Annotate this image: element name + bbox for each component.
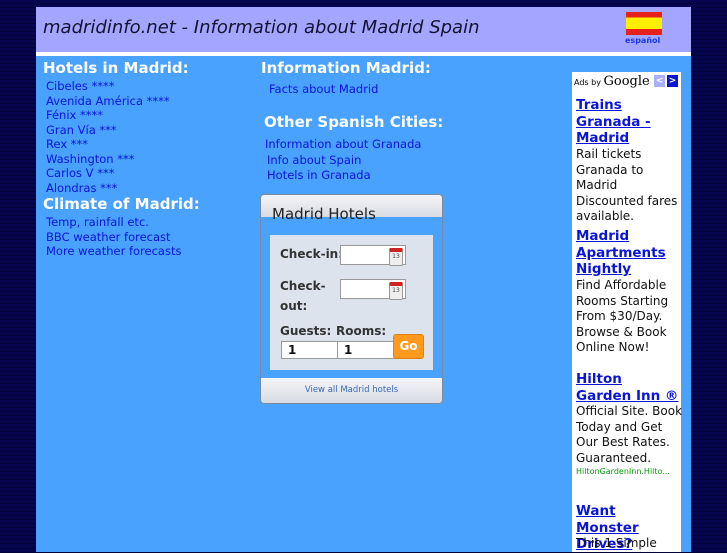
checkin-label: Check-in:: [280, 247, 344, 261]
ad-url[interactable]: HiltonGardenInn.Hilto...: [576, 467, 680, 476]
guests-label: Guests:: [280, 324, 332, 338]
ad-text: Rail tickets Granada to Madrid Discounte…: [576, 147, 678, 223]
information-heading: Information Madrid:: [261, 59, 431, 77]
ads-next-icon[interactable]: >: [667, 75, 678, 87]
ad-title[interactable]: Trains Granada - Madrid: [576, 97, 680, 147]
hotel-link[interactable]: Rex ***: [46, 137, 88, 151]
climate-link[interactable]: BBC weather forecast: [46, 230, 171, 244]
checkout-label-line1: Check-: [280, 279, 326, 293]
information-link[interactable]: Facts about Madrid: [269, 82, 378, 96]
widget-footer: View all Madrid hotels: [261, 378, 442, 403]
google-ads-panel: Ads by Google < > Trains Granada - Madri…: [572, 72, 683, 552]
site-header: madridinfo.net - Information about Madri…: [36, 7, 691, 56]
site-title: madridinfo.net - Information about Madri…: [43, 17, 480, 38]
page-container: madridinfo.net - Information about Madri…: [36, 7, 691, 552]
ad-text: Official Site. Book Today and Get Our Be…: [576, 404, 683, 465]
calendar-icon[interactable]: 13: [389, 282, 403, 300]
hotel-link[interactable]: Washington ***: [46, 152, 135, 166]
checkout-input[interactable]: 13: [340, 279, 406, 300]
calendar-icon[interactable]: 13: [389, 248, 403, 266]
go-button[interactable]: Go: [393, 334, 424, 359]
search-form: Check-in: 13 Check- out: 13 Guests: Room…: [270, 235, 433, 370]
hotel-link[interactable]: Fénix ****: [46, 108, 103, 122]
ads-by-text: Ads by: [574, 78, 601, 87]
checkout-label-line2: out:: [280, 299, 308, 313]
widget-title: Madrid Hotels: [272, 205, 376, 223]
ad-title[interactable]: Madrid Apartments Nightly: [576, 228, 680, 278]
hotel-link[interactable]: Carlos V ***: [46, 166, 114, 180]
climate-heading: Climate of Madrid:: [43, 195, 200, 213]
hotel-link[interactable]: Gran Vía ***: [46, 123, 117, 137]
guests-input[interactable]: 1: [281, 341, 343, 359]
ads-by-google-label[interactable]: Ads by Google: [574, 74, 650, 89]
ad-title[interactable]: Hilton Garden Inn ®: [576, 371, 680, 404]
view-all-hotels-link[interactable]: View all Madrid hotels: [261, 385, 442, 395]
city-link[interactable]: Info about Spain: [267, 153, 361, 167]
city-link[interactable]: Information about Granada: [265, 137, 421, 151]
city-link[interactable]: Hotels in Granada: [267, 168, 371, 182]
rooms-label: Rooms:: [336, 324, 387, 338]
cities-heading: Other Spanish Cities:: [264, 113, 444, 131]
rooms-input[interactable]: 1: [337, 341, 399, 359]
climate-link[interactable]: More weather forecasts: [46, 244, 181, 258]
spain-flag-icon[interactable]: [626, 12, 662, 35]
ad-text: Find Affordable Rooms Starting From $30/…: [576, 278, 669, 354]
checkin-input[interactable]: 13: [340, 245, 406, 266]
hotel-link[interactable]: Avenida América ****: [46, 94, 170, 108]
language-link-espanol[interactable]: español: [625, 36, 660, 45]
ad-text: This 1 Simple: [576, 536, 657, 550]
climate-link[interactable]: Temp, rainfall etc.: [46, 215, 149, 229]
google-logo: Google: [603, 74, 650, 89]
hotel-link[interactable]: Alondras ***: [46, 181, 117, 195]
hotel-link[interactable]: Cibeles ****: [46, 79, 115, 93]
hotels-heading: Hotels in Madrid:: [43, 59, 189, 77]
hotel-search-widget: Madrid Hotels Check-in: 13 Check- out: 1…: [260, 194, 443, 404]
ads-prev-icon[interactable]: <: [654, 75, 665, 87]
